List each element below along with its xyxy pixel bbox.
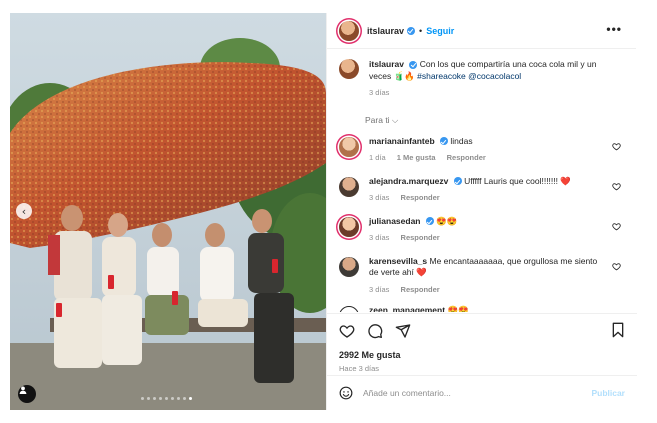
comment-username[interactable]: julianasedan bbox=[369, 216, 421, 226]
carousel-dot bbox=[159, 397, 162, 400]
avatar[interactable] bbox=[339, 59, 359, 79]
carousel-dot bbox=[147, 397, 150, 400]
comment-body: alejandra.marquezv Ufffff Lauris que coo… bbox=[369, 176, 604, 206]
comments-list[interactable]: itslaurav Con los que compartiría una co… bbox=[327, 50, 637, 312]
tagged-users-button[interactable] bbox=[18, 385, 36, 403]
add-comment-bar: Publicar bbox=[327, 375, 637, 410]
comment-item: zeen_management 😍😍 bbox=[339, 305, 625, 312]
action-bar bbox=[339, 322, 625, 340]
comment-likes[interactable]: 1 Me gusta bbox=[397, 153, 436, 162]
emoji-icon[interactable] bbox=[339, 386, 353, 400]
comment-meta: 3 días Responder bbox=[369, 232, 604, 244]
like-comment-heart-icon[interactable] bbox=[612, 262, 621, 271]
comment-text: lindas bbox=[450, 135, 473, 146]
follow-button[interactable]: Seguir bbox=[426, 26, 454, 36]
caption-time: 3 días bbox=[369, 88, 390, 97]
avatar[interactable] bbox=[339, 256, 359, 277]
caption-body: itslaurav Con los que compartiría una co… bbox=[369, 59, 609, 99]
comment-time: 3 días bbox=[369, 284, 390, 294]
carousel-dot bbox=[153, 397, 156, 400]
like-comment-heart-icon[interactable] bbox=[612, 182, 621, 191]
author-username[interactable]: itslaurav bbox=[367, 26, 404, 36]
comment-sort-dropdown[interactable]: Para ti ⌵ bbox=[365, 115, 625, 126]
post-photo[interactable]: ‹ bbox=[10, 13, 326, 410]
carousel-dot bbox=[141, 397, 144, 400]
carousel-dot bbox=[177, 397, 180, 400]
chevron-left-icon: ‹ bbox=[21, 204, 27, 218]
comment-username[interactable]: alejandra.marquezv bbox=[369, 176, 448, 186]
comment-meta: 1 día 1 Me gusta Responder bbox=[369, 152, 604, 164]
reply-button[interactable]: Responder bbox=[447, 153, 486, 162]
more-options-icon[interactable]: ••• bbox=[606, 22, 622, 36]
comment-meta: 3 días Responder bbox=[369, 284, 604, 296]
comment-bubble-icon[interactable] bbox=[367, 323, 383, 339]
comment-time: 3 días bbox=[369, 233, 390, 242]
comment-username[interactable]: karensevilla_s bbox=[369, 256, 427, 266]
comment-username[interactable]: marianainfanteb bbox=[369, 136, 435, 146]
post-header: itslaurav • Seguir ••• bbox=[327, 13, 636, 49]
post-timestamp: Hace 3 días bbox=[339, 364, 380, 373]
mention-link[interactable]: @cocacolacol bbox=[468, 71, 521, 81]
post-caption: itslaurav Con los que compartiría una co… bbox=[339, 59, 625, 99]
like-comment-heart-icon[interactable] bbox=[612, 142, 621, 151]
like-comment-heart-icon[interactable] bbox=[612, 311, 621, 312]
hashtag-link[interactable]: #shareacoke bbox=[417, 71, 466, 81]
post-details: itslaurav • Seguir ••• itslaurav Con los… bbox=[326, 13, 637, 410]
user-icon bbox=[19, 386, 27, 394]
avatar[interactable] bbox=[339, 216, 359, 237]
comment-body: karensevilla_s Me encantaaaaaaa, que org… bbox=[369, 256, 604, 296]
avatar[interactable] bbox=[339, 136, 359, 157]
comment-text: 😍😍 bbox=[436, 215, 458, 226]
avatar[interactable] bbox=[339, 20, 359, 41]
reply-button[interactable]: Responder bbox=[401, 193, 440, 202]
caption-username[interactable]: itslaurav bbox=[369, 59, 404, 69]
verified-icon bbox=[453, 177, 462, 186]
separator: • bbox=[419, 25, 423, 36]
carousel-dot bbox=[183, 397, 186, 400]
verified-icon bbox=[407, 26, 416, 35]
avatar[interactable] bbox=[339, 306, 359, 312]
verified-icon bbox=[409, 60, 418, 69]
avatar[interactable] bbox=[339, 176, 359, 197]
carousel-dots bbox=[141, 397, 192, 400]
comment-body: zeen_management 😍😍 bbox=[369, 305, 604, 312]
photo-illustration bbox=[10, 13, 326, 410]
reply-button[interactable]: Responder bbox=[401, 285, 440, 294]
comment-meta: 3 días Responder bbox=[369, 192, 604, 204]
comment-item: marianainfanteb lindas 1 día 1 Me gusta … bbox=[339, 136, 625, 166]
comment-item: julianasedan 😍😍 3 días Responder bbox=[339, 216, 625, 246]
comment-input[interactable] bbox=[363, 388, 563, 398]
verified-icon bbox=[425, 217, 434, 226]
like-heart-icon[interactable] bbox=[339, 323, 355, 339]
bookmark-save-icon[interactable] bbox=[611, 322, 625, 338]
comment-text: 😍😍 bbox=[447, 305, 469, 312]
comment-time: 1 día bbox=[369, 153, 386, 162]
post-modal: ‹ itslaurav • Seguir ••• itslaurav Con l… bbox=[10, 13, 637, 410]
comment-username[interactable]: zeen_management bbox=[369, 305, 445, 312]
comment-text: Ufffff Lauris que cool!!!!!!! ❤️ bbox=[464, 175, 571, 186]
reply-button[interactable]: Responder bbox=[401, 233, 440, 242]
carousel-dot bbox=[165, 397, 168, 400]
comment-time: 3 días bbox=[369, 193, 390, 202]
comment-body: julianasedan 😍😍 3 días Responder bbox=[369, 216, 604, 246]
verified-icon bbox=[440, 137, 449, 146]
share-send-icon[interactable] bbox=[395, 323, 411, 339]
likes-count[interactable]: 2992 Me gusta bbox=[339, 350, 625, 360]
publish-button[interactable]: Publicar bbox=[591, 388, 625, 398]
comment-body: marianainfanteb lindas 1 día 1 Me gusta … bbox=[369, 136, 604, 166]
post-actions: 2992 Me gusta Hace 3 días bbox=[327, 313, 637, 375]
comment-item: karensevilla_s Me encantaaaaaaa, que org… bbox=[339, 256, 625, 296]
carousel-dot bbox=[189, 397, 192, 400]
previous-photo-button[interactable]: ‹ bbox=[16, 203, 32, 219]
like-comment-heart-icon[interactable] bbox=[612, 222, 621, 231]
comment-item: alejandra.marquezv Ufffff Lauris que coo… bbox=[339, 176, 625, 206]
carousel-dot bbox=[171, 397, 174, 400]
